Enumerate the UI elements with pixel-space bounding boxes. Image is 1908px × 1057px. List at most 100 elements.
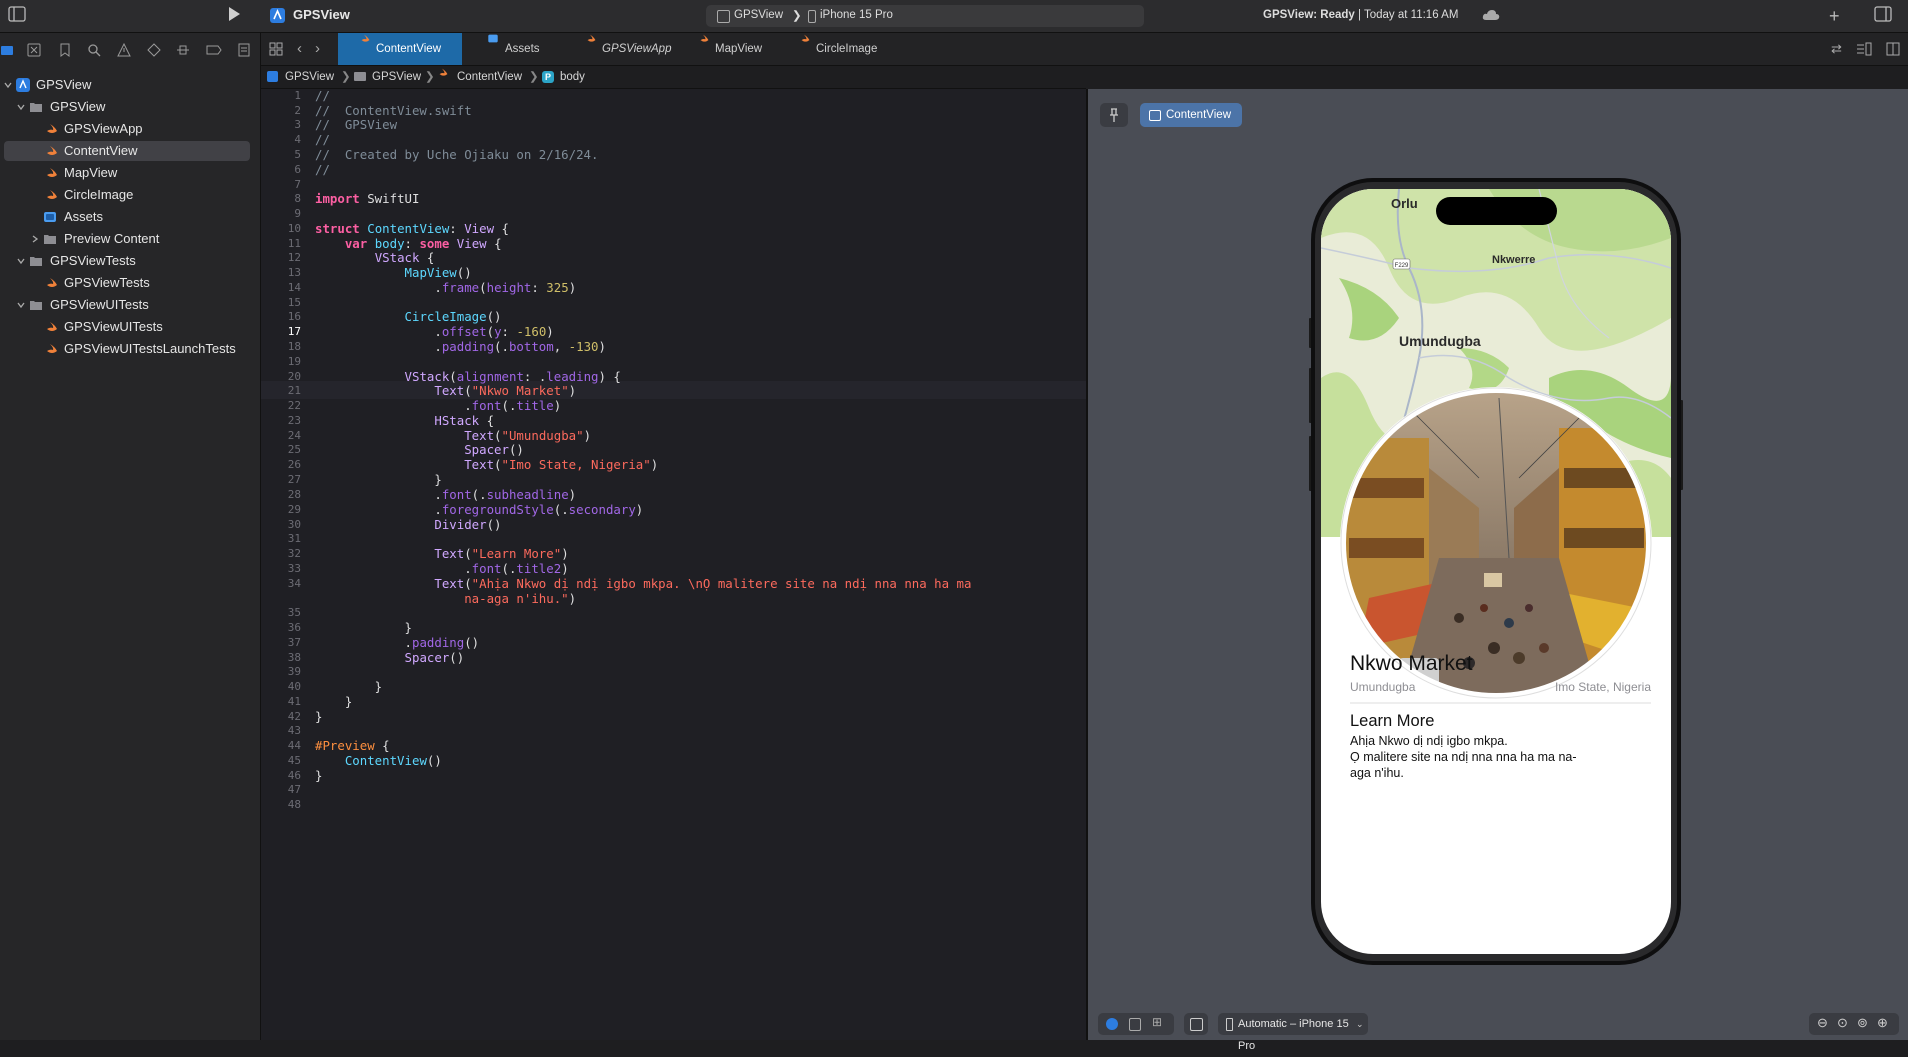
code-line[interactable]: } [315,768,322,783]
preview-contentview-button[interactable]: ContentView [1140,103,1242,127]
breadcrumb-item[interactable]: GPSView [372,66,421,88]
tab-circleimage[interactable]: CircleImage [778,33,890,65]
code-line[interactable]: Text("Umundugba") [315,428,591,443]
chevron-down-icon[interactable] [4,81,12,89]
code-line[interactable]: .frame(height: 325) [315,280,576,295]
chevron-down-icon[interactable] [17,103,25,111]
code-line[interactable]: .foregroundStyle(.secondary) [315,502,643,517]
sidebar-toggle-icon[interactable] [8,6,28,26]
code-line[interactable]: .padding() [315,635,480,650]
grid-icon[interactable] [269,33,287,65]
related-items-icon[interactable]: ⇄ [1831,33,1847,65]
split-editor-icon[interactable] [1886,33,1904,65]
breadcrumb-item[interactable]: body [560,66,585,88]
forward-arrow-icon[interactable]: › [315,33,327,65]
source-editor[interactable]: 1 2 3 4 5 6 7 8 9 10 11 12 13 14 15 16 17 18 19 20 21 22 23 24 2… [261,88,1086,1040]
editor-options-icon[interactable] [1856,33,1876,65]
zoom-out-icon[interactable]: ⊖ [1817,1015,1828,1031]
debug-icon[interactable] [176,43,190,57]
code-line[interactable]: } [315,472,441,487]
zoom-to-fit-icon[interactable]: ⊙ [1837,1015,1848,1031]
device-selector[interactable]: Automatic – iPhone 15 Pro ⌄ [1218,1013,1368,1052]
tab-assets[interactable]: Assets [463,33,563,65]
code-line[interactable]: import SwiftUI [315,191,419,206]
tree-item-launchtests[interactable]: GPSViewUITestsLaunchTests [0,339,250,359]
code-line[interactable]: struct ContentView: View { [315,221,509,236]
code-line[interactable]: // ContentView.swift [315,103,472,118]
zoom-in-icon[interactable]: ⊕ [1877,1015,1888,1031]
breadcrumb-item[interactable]: ContentView [457,66,522,88]
code-line[interactable]: Spacer() [315,650,465,665]
back-arrow-icon[interactable]: ‹ [297,33,309,65]
code-line[interactable]: Text("Nkwo Market") [315,383,576,398]
code-line[interactable]: MapView() [315,265,472,280]
code-line[interactable]: .font(.title2) [315,561,568,576]
iphone-preview[interactable]: F229 Orlu Nkwerre Umundugba Nkwo Market … [1309,178,1683,965]
tree-item-preview-content[interactable]: Preview Content [0,229,250,249]
code-line[interactable]: .padding(.bottom, -130) [315,339,606,354]
breakpoint-icon[interactable] [206,43,222,57]
code-line[interactable]: na-aga n'ihu.") [315,591,576,606]
warning-icon[interactable] [117,43,131,57]
code-line[interactable]: } [315,694,352,709]
code-line[interactable]: // [315,132,330,147]
tree-item-group-gpsview[interactable]: GPSView [0,97,250,117]
code-line[interactable]: } [315,709,322,724]
code-line[interactable]: Text("Imo State, Nigeria") [315,457,658,472]
code-line[interactable]: Text("Ahịa Nkwo dị ndị igbo mkpa. \nỌ ma… [315,576,971,591]
tab-gpsviewapp[interactable]: GPSViewApp [564,33,676,65]
code-line[interactable]: .font(.subheadline) [315,487,576,502]
tab-mapview[interactable]: MapView [677,33,777,65]
line-number: 6 [294,163,301,176]
code-line[interactable]: .font(.title) [315,398,561,413]
add-icon[interactable]: + [1829,7,1849,27]
tree-item-mapview[interactable]: MapView [0,163,250,183]
code-line[interactable]: VStack(alignment: .leading) { [315,369,621,384]
inspector-toggle-icon[interactable] [1874,6,1894,26]
code-line[interactable]: // Created by Uche Ojiaku on 2/16/24. [315,147,598,162]
code-line[interactable]: CircleImage() [315,309,502,324]
run-button[interactable] [226,6,246,26]
pin-icon[interactable] [1100,103,1128,127]
tree-item-gpsviewapp[interactable]: GPSViewApp [0,119,250,139]
zoom-actual-icon[interactable]: ⊚ [1857,1015,1868,1031]
tree-item-group-uitests[interactable]: GPSViewUITests [0,295,250,315]
tree-item-gpsviewtests[interactable]: GPSViewTests [0,273,250,293]
code-line[interactable]: #Preview { [315,738,390,753]
variants-grid-icon[interactable]: ⊞ [1152,1015,1162,1029]
code-line[interactable]: } [315,620,412,635]
chevron-down-icon[interactable] [17,301,25,309]
tree-item-assets[interactable]: Assets [0,207,250,227]
chevron-right-icon[interactable] [31,235,39,243]
breadcrumb-item[interactable]: GPSView [285,66,334,88]
tree-item-gpsviewuitests[interactable]: GPSViewUITests [0,317,250,337]
live-mode-icon[interactable] [1106,1018,1118,1030]
scheme-selector[interactable]: GPSView ❯ iPhone 15 Pro [706,5,1144,27]
chevron-down-icon[interactable] [17,257,25,265]
code-line[interactable]: // [315,162,330,177]
test-diamond-icon[interactable] [147,43,161,57]
selectable-mode-icon[interactable] [1129,1018,1141,1031]
code-line[interactable]: VStack { [315,250,435,265]
code-line[interactable]: Divider() [315,517,501,532]
tree-item-group-tests[interactable]: GPSViewTests [0,251,250,271]
tree-item-circleimage[interactable]: CircleImage [0,185,250,205]
device-settings-button[interactable] [1184,1013,1208,1035]
tab-contentview[interactable]: ContentView [338,33,462,65]
bookmark-icon[interactable] [58,43,72,57]
tree-item-contentview[interactable]: ContentView [4,141,250,161]
report-icon[interactable] [237,43,251,57]
code-line[interactable]: // GPSView [315,117,397,132]
source-control-icon[interactable] [27,43,41,57]
code-line[interactable]: } [315,679,382,694]
code-line[interactable]: Spacer() [315,442,524,457]
folder-icon[interactable] [0,43,14,57]
code-line[interactable]: .offset(y: -160) [315,324,553,339]
tree-item-project[interactable]: GPSView [0,75,250,95]
search-icon[interactable] [87,43,101,57]
code-line[interactable]: HStack { [315,413,494,428]
code-line[interactable]: ContentView() [315,753,442,768]
code-line[interactable]: var body: some View { [315,236,502,251]
code-line[interactable]: Text("Learn More") [315,546,568,561]
code-line[interactable]: // [315,88,330,103]
